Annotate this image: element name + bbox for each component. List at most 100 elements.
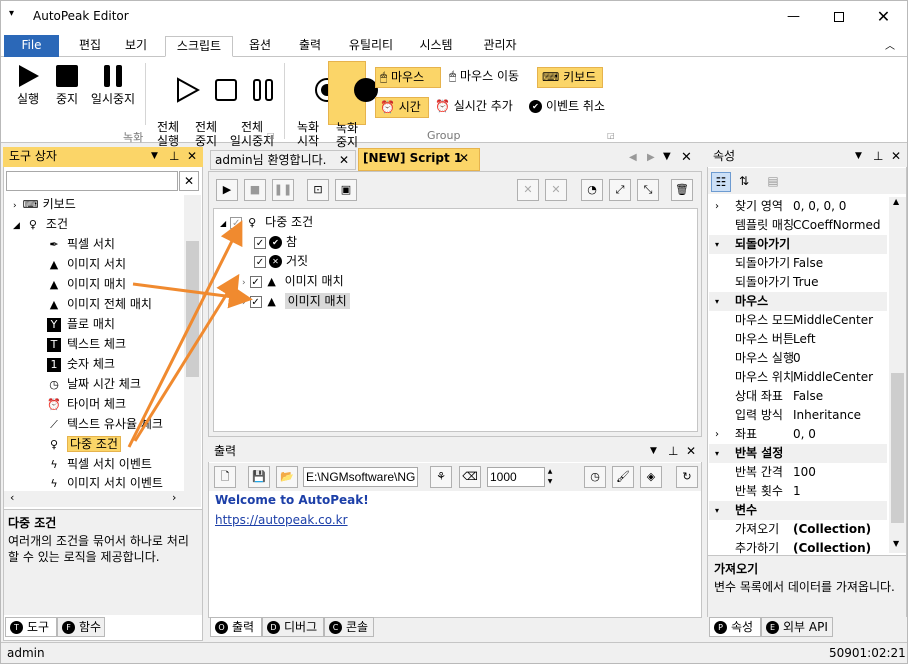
toolbox-item-image-match[interactable]: ▲ 이미지 매치 — [47, 275, 126, 293]
editor-stop-button[interactable]: ■ — [244, 179, 266, 201]
mouse-toggle[interactable]: 🖱 마우스 — [375, 67, 441, 88]
menu-options[interactable]: 옵션 — [239, 36, 281, 57]
collapse-icon[interactable]: ▾ — [715, 292, 719, 311]
toolbox-item-pixel-search[interactable]: ✒ 픽셀 서치 — [47, 235, 115, 253]
tree-node-false[interactable]: ✓ ✕ 거짓 — [254, 252, 308, 270]
property-value[interactable]: MiddleCenter — [793, 311, 873, 330]
node-checkbox[interactable]: ✓ — [254, 236, 266, 249]
property-category[interactable]: ▾ 되돌아가기 — [709, 235, 887, 254]
record-stop-button[interactable]: 녹화 중지 — [328, 61, 378, 149]
property-row[interactable]: 되돌아가기 False — [709, 254, 887, 273]
property-value[interactable]: False — [793, 254, 823, 273]
tab-output[interactable]: O 출력 — [210, 617, 262, 637]
property-row[interactable]: 되돌아가기 True — [709, 273, 887, 292]
output-path-input[interactable] — [303, 467, 418, 487]
close-button[interactable]: ✕ — [861, 1, 906, 33]
dropdown-icon[interactable]: ▼ — [855, 147, 862, 166]
toolbox-item-keyboard[interactable]: › ⌨ 키보드 — [13, 195, 76, 213]
panel-close-icon[interactable]: ✕ — [891, 147, 901, 166]
property-row[interactable]: 반복 간격 100 — [709, 463, 887, 482]
property-row[interactable]: › 좌표 0, 0 — [709, 425, 887, 444]
output-clean-button[interactable]: ⚘ — [430, 466, 452, 488]
tab-scroll-right-icon[interactable]: ▶ — [647, 152, 655, 163]
editor-timer-button[interactable]: ◔ — [581, 179, 603, 201]
editor-run-button[interactable]: ▶ — [216, 179, 238, 201]
property-value[interactable]: True — [793, 273, 819, 292]
pause-button[interactable]: 일시중지 — [87, 63, 139, 106]
output-fill-button[interactable]: ◈ — [640, 466, 662, 488]
pin-icon[interactable]: ⊥ — [873, 147, 883, 166]
property-category[interactable]: ▾ 변수 — [709, 501, 887, 520]
editor-trash-button[interactable]: 🗑 — [671, 179, 693, 201]
editor-collapse-button[interactable]: ⤡ — [637, 179, 659, 201]
tree-node-multi-condition[interactable]: ◢ ✓ ♀ 다중 조건 — [220, 213, 313, 231]
scroll-thumb[interactable] — [891, 373, 904, 523]
toolbox-item-number-check[interactable]: 1 숫자 체크 — [47, 355, 115, 373]
properties-vscrollbar[interactable]: ▲ ▼ — [889, 197, 906, 553]
tree-node-true[interactable]: ✓ ✔ 참 — [254, 233, 297, 251]
property-pages-button[interactable]: ▤ — [763, 172, 783, 192]
toolbox-item-image-search[interactable]: ▲ 이미지 서치 — [47, 255, 126, 273]
event-cancel-toggle[interactable]: ✔ 이벤트 취소 — [525, 97, 617, 118]
tab-tools[interactable]: T 도구 — [5, 617, 57, 637]
output-brush-button[interactable]: 🖌 — [612, 466, 634, 488]
panel-close-icon[interactable]: ✕ — [686, 442, 696, 461]
menu-admin[interactable]: 관리자 — [471, 36, 529, 57]
dropdown-icon[interactable]: ▼ — [151, 147, 158, 166]
property-category[interactable]: ▾ 마우스 — [709, 292, 887, 311]
property-row[interactable]: 마우스 버튼 Left — [709, 330, 887, 349]
collapse-icon[interactable]: ▾ — [715, 235, 719, 254]
toolbox-item-text-similarity[interactable]: ⟋ 텍스트 유사율 체크 — [47, 415, 163, 433]
expand-icon[interactable]: › — [242, 298, 246, 308]
menu-edit[interactable]: 편집 — [69, 36, 111, 57]
property-row[interactable]: 마우스 위치 MiddleCenter — [709, 368, 887, 387]
scroll-thumb[interactable] — [186, 241, 199, 377]
collapse-icon[interactable]: ◢ — [220, 219, 226, 228]
dialog-launcher-icon[interactable]: ◲ — [267, 131, 275, 140]
property-value[interactable]: Left — [793, 330, 816, 349]
output-link[interactable]: https://autopeak.co.kr — [215, 513, 348, 527]
toolbox-search-input[interactable] — [6, 171, 178, 191]
menu-output[interactable]: 출력 — [289, 36, 331, 57]
property-row[interactable]: 입력 방식 Inheritance — [709, 406, 887, 425]
tab-list-icon[interactable]: ▼ — [663, 151, 671, 162]
toolbox-item-text-check[interactable]: T 텍스트 체크 — [47, 335, 126, 353]
realtime-add-toggle[interactable]: ⏰ 실시간 추가 — [431, 97, 525, 118]
tab-close-icon[interactable]: ✕ — [459, 149, 469, 168]
output-save-button[interactable]: 💾 — [248, 466, 270, 488]
property-category[interactable]: ▾ 반복 설정 — [709, 444, 887, 463]
property-row[interactable]: 마우스 모드 MiddleCenter — [709, 311, 887, 330]
tab-welcome[interactable]: admin님 환영합니다. ✕ — [210, 150, 356, 170]
stop-button[interactable]: 중지 — [51, 63, 83, 106]
toolbox-item-flow-match[interactable]: Y 플로 매치 — [47, 315, 115, 333]
system-menu-icon[interactable]: ▾ — [9, 8, 14, 19]
node-checkbox[interactable]: ✓ — [249, 295, 262, 308]
tab-close-icon[interactable]: ✕ — [339, 151, 349, 170]
menu-file[interactable]: File — [4, 35, 59, 57]
editor-expand-button[interactable]: ⤢ — [609, 179, 631, 201]
toolbox-vscrollbar[interactable] — [184, 195, 201, 491]
property-value[interactable]: 0 — [793, 349, 801, 368]
tab-console[interactable]: C 콘솔 — [324, 617, 374, 637]
property-row[interactable]: 상대 좌표 False — [709, 387, 887, 406]
property-value[interactable]: False — [793, 387, 823, 406]
property-value[interactable]: (Collection) — [793, 520, 871, 539]
property-row[interactable]: 반복 횟수 1 — [709, 482, 887, 501]
delay-input[interactable] — [487, 467, 545, 487]
menu-view[interactable]: 보기 — [115, 36, 157, 57]
expand-icon[interactable]: › — [242, 278, 246, 288]
tab-properties[interactable]: P 속성 — [709, 617, 761, 637]
property-value[interactable]: 100 — [793, 463, 816, 482]
panel-close-icon[interactable]: ✕ — [187, 147, 197, 166]
tab-debug[interactable]: D 디버그 — [262, 617, 324, 637]
editor-delete-button[interactable]: ✕ — [517, 179, 539, 201]
property-value[interactable]: 0, 0, 0, 0 — [793, 197, 846, 216]
menu-script[interactable]: 스크립트 — [165, 36, 233, 57]
toolbox-item-image-all-match[interactable]: ▲ 이미지 전체 매치 — [47, 295, 152, 313]
tree-node-image-match[interactable]: › ✓ ▲ 이미지 매치 — [242, 292, 350, 310]
node-checkbox[interactable]: ✓ — [249, 275, 262, 288]
output-refresh-button[interactable]: ↻ — [676, 466, 698, 488]
toolbox-item-pixel-search-event[interactable]: ϟ 픽셀 서치 이벤트 — [47, 455, 152, 473]
ribbon-collapse-icon[interactable]: ︿ — [885, 37, 895, 52]
toolbox-item-image-search-event[interactable]: ϟ 이미지 서치 이벤트 — [47, 474, 163, 492]
